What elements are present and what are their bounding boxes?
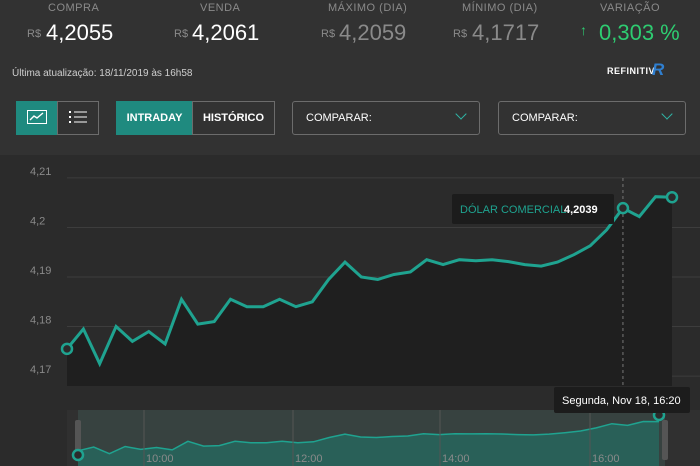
x-tick-label: 14:00 <box>442 453 470 465</box>
navigator-marker <box>71 448 85 462</box>
y-tick-label: 4,19 <box>30 265 51 277</box>
tooltip-value: 4,2039 <box>564 204 598 216</box>
navigator-handle-right[interactable] <box>662 420 668 460</box>
tooltip-series-label: DÓLAR COMERCIAL: <box>460 203 569 216</box>
data-point-marker[interactable] <box>665 190 679 204</box>
x-tick-label: 16:00 <box>592 453 620 465</box>
intraday-chart[interactable]: 4,21 4,2 4,19 4,18 4,17 10:00 12:00 14:00 16:00… <box>0 0 700 466</box>
data-point-marker[interactable] <box>616 201 630 215</box>
y-tick-label: 4,2 <box>30 215 45 227</box>
y-tick-label: 4,21 <box>30 166 51 178</box>
date-tooltip: Segunda, Nov 18, 16:20 <box>562 395 681 407</box>
x-tick-label: 10:00 <box>146 453 174 465</box>
x-tick-label: 12:00 <box>295 453 323 465</box>
y-tick-label: 4,17 <box>30 364 51 376</box>
y-tick-label: 4,18 <box>30 315 51 327</box>
price-area-fill <box>67 196 672 386</box>
data-point-marker[interactable] <box>60 342 74 356</box>
